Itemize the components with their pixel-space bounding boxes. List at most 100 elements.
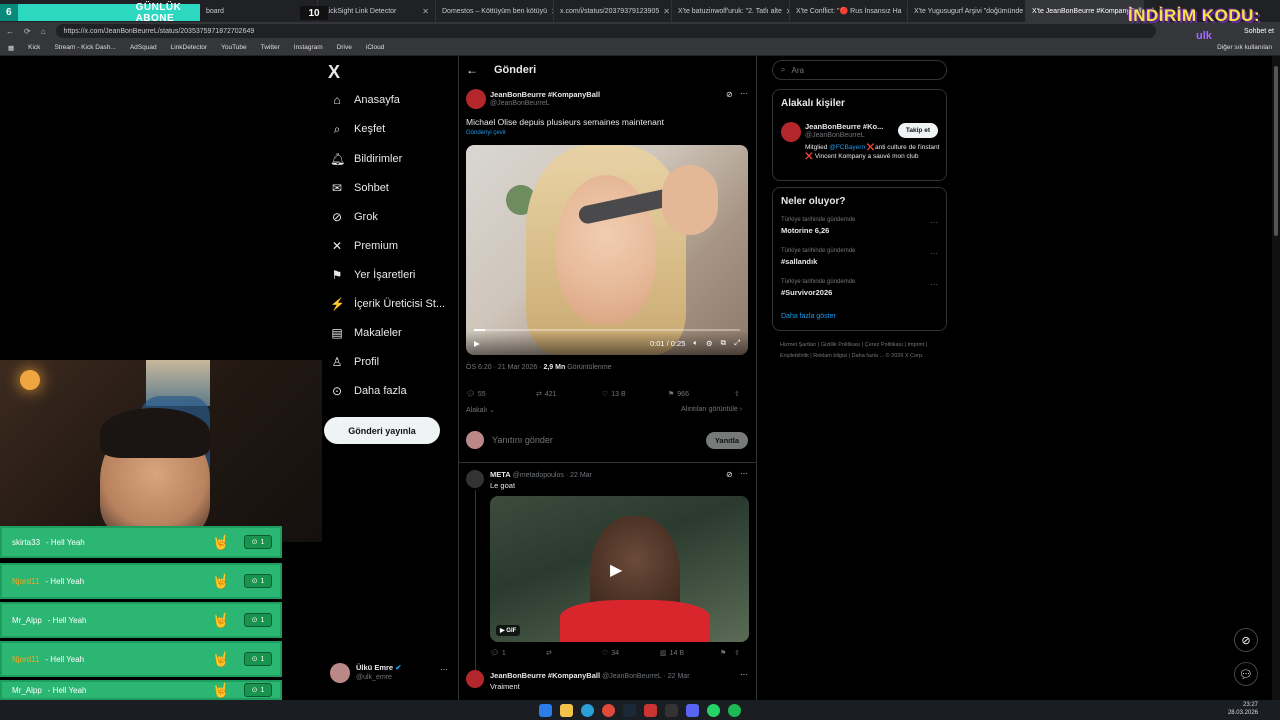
bookmarks-apps-icon[interactable]: ▦ bbox=[8, 44, 14, 52]
nav-more[interactable]: ⊙ Daha fazla bbox=[330, 380, 407, 402]
share-icon[interactable]: ⇪ bbox=[734, 649, 740, 657]
bookmark-item[interactable]: Instagram bbox=[294, 44, 323, 51]
translate-link[interactable]: Gönderiyi çevir bbox=[466, 130, 506, 136]
view-quotes-link[interactable]: Alıntıları görüntüle › bbox=[681, 406, 742, 413]
footer-links[interactable]: Hizmet Şartları | Gizlilik Politikası | … bbox=[780, 340, 940, 362]
scrollbar-thumb[interactable] bbox=[1274, 66, 1278, 236]
person-name[interactable]: JeanBonBeurre #Ko... bbox=[805, 122, 883, 131]
post-button[interactable]: Gönderi yayınla bbox=[324, 417, 440, 444]
reply-input[interactable]: Yanıtını gönder bbox=[492, 435, 553, 445]
explorer-icon[interactable] bbox=[560, 703, 573, 717]
search-input[interactable]: ⌕ Ara bbox=[772, 60, 947, 80]
person-handle[interactable]: @JeanBonBeurreL bbox=[805, 132, 865, 139]
discord-icon[interactable] bbox=[686, 703, 699, 717]
play-icon[interactable]: ▶ bbox=[474, 339, 480, 348]
bookmark-item[interactable]: YouTube bbox=[221, 44, 247, 51]
browser-tab[interactable]: KickSight Link Detector ✕ bbox=[318, 0, 436, 22]
x-logo-icon[interactable]: X bbox=[328, 62, 348, 82]
views-action[interactable]: ▥ 14 B bbox=[660, 649, 720, 658]
reply-author-handle[interactable]: @JeanBonBeurreL · 22 Mar bbox=[602, 673, 689, 680]
related-sort[interactable]: Alakalı ⌄ bbox=[466, 406, 495, 414]
more-icon[interactable]: ··· bbox=[930, 218, 938, 227]
nav-bookmarks[interactable]: ⚑ Yer İşaretleri bbox=[330, 264, 416, 286]
app-icon[interactable] bbox=[644, 703, 657, 717]
bookmark-item[interactable]: iCloud bbox=[366, 44, 384, 51]
reply-author-avatar[interactable] bbox=[466, 470, 484, 488]
browser-tab[interactable]: x.com/i/status/20379379123905 ✕ bbox=[554, 0, 672, 22]
chat-label[interactable]: Sohbet et bbox=[1244, 28, 1274, 35]
nav-explore[interactable]: ⌕ Keşfet bbox=[330, 118, 386, 140]
reply-author-name[interactable]: JeanBonBeurre #KompanyBall bbox=[490, 671, 600, 680]
bookmark-icon[interactable]: ⚑ bbox=[720, 649, 734, 657]
home-icon[interactable]: ⌂ bbox=[41, 27, 46, 36]
reload-icon[interactable]: ⟳ bbox=[24, 27, 31, 36]
reply-action[interactable]: 💬︎ 1 bbox=[490, 649, 546, 658]
back-icon[interactable]: ← bbox=[6, 27, 14, 36]
more-icon[interactable]: ··· bbox=[740, 89, 748, 98]
reply-author-name[interactable]: META bbox=[490, 470, 511, 479]
bookmark-item[interactable]: Stream - Kick Dash... bbox=[54, 44, 115, 51]
bookmark-item[interactable]: Twitter bbox=[261, 44, 280, 51]
reply-button[interactable]: Yanıtla bbox=[705, 431, 748, 449]
person-avatar[interactable] bbox=[781, 122, 801, 142]
like-action[interactable]: ♡ 13 B bbox=[602, 390, 668, 399]
bookmark-item[interactable]: AdSquad bbox=[130, 44, 157, 51]
reply-gif[interactable]: ▶ ▶ GIF bbox=[490, 496, 749, 642]
bookmark-item[interactable]: Drive bbox=[337, 44, 352, 51]
nav-profile[interactable]: ♙ Profil bbox=[330, 351, 379, 373]
close-tab-icon[interactable]: ✕ bbox=[663, 7, 670, 16]
grok-icon[interactable]: ⊘ bbox=[726, 470, 733, 479]
start-icon[interactable] bbox=[539, 703, 552, 717]
follow-button[interactable]: Takip et bbox=[897, 123, 938, 138]
nav-messages[interactable]: ✉ Sohbet bbox=[330, 177, 389, 199]
whatsapp-icon[interactable] bbox=[707, 703, 720, 717]
browser-tab[interactable]: Domestos – Köttüyüm ben kötüyü✕ bbox=[436, 0, 554, 22]
browser-tab-active[interactable]: X'te JeanBonBeurre #KompanyBall✕ bbox=[1026, 0, 1144, 22]
more-icon[interactable]: ··· bbox=[740, 469, 748, 478]
bookmark-action[interactable]: ⚑ 966 bbox=[668, 390, 734, 399]
bookmark-item[interactable]: Kick bbox=[28, 44, 40, 51]
reply-author-handle[interactable]: @metadopoulos · 22 Mar bbox=[513, 472, 592, 479]
page-scrollbar[interactable] bbox=[1272, 56, 1280, 700]
nav-premium[interactable]: ✕ Premium bbox=[330, 235, 398, 257]
nav-home[interactable]: ⌂ Anasayfa bbox=[330, 89, 400, 111]
trend-item[interactable]: Türkiye tarihinde gündemde #sallandık bbox=[781, 248, 855, 266]
address-bar[interactable]: https://x.com/JeanBonBeurreL/status/2035… bbox=[55, 24, 1156, 38]
messages-icon[interactable]: 💬︎ bbox=[1234, 662, 1258, 686]
grok-icon[interactable]: ⊘ bbox=[1234, 628, 1258, 652]
play-icon[interactable]: ▶ bbox=[610, 560, 622, 580]
browser-tab[interactable]: X'te batuzinwolf'uruk: "2. Tatlı alte✕ bbox=[672, 0, 790, 22]
post-video[interactable]: ▶ 0:01 / 0:25 🔈︎ ⚙ ⧉ ⤢ bbox=[466, 145, 748, 355]
app-icon[interactable] bbox=[665, 703, 678, 717]
grok-icon[interactable]: ⊘ bbox=[726, 90, 733, 99]
bookmark-item[interactable]: LinkDetector bbox=[171, 44, 208, 51]
author-avatar[interactable] bbox=[466, 89, 486, 109]
repost-action[interactable]: ⇄ bbox=[546, 649, 602, 657]
settings-icon[interactable]: ⚙ bbox=[706, 339, 713, 348]
more-icon[interactable]: ··· bbox=[740, 670, 748, 679]
repost-action[interactable]: ⇄ 421 bbox=[536, 390, 602, 399]
nav-notifications[interactable]: 🔔︎ Bildirimler bbox=[330, 148, 402, 170]
back-arrow-icon[interactable]: ← bbox=[466, 63, 478, 77]
browser-tab[interactable]: X'te Conflict: "🔴 Rus İnsansız Ha✕ bbox=[790, 0, 908, 22]
browser-tab[interactable]: X'te Yugusugurf Arşivi "doğümünde✕ bbox=[908, 0, 1026, 22]
more-icon[interactable]: ··· bbox=[440, 665, 448, 674]
nav-articles[interactable]: ▤ Makaleler bbox=[330, 322, 401, 344]
other-bookmarks[interactable]: Diğer sık kullanılan bbox=[1217, 44, 1272, 51]
like-action[interactable]: ♡ 34 bbox=[602, 649, 660, 658]
bio-link[interactable]: @FCBayern bbox=[829, 144, 865, 151]
fullscreen-icon[interactable]: ⤢ bbox=[734, 338, 740, 348]
trend-item[interactable]: Türkiye tarihinde gündemde #Survivor2026 bbox=[781, 279, 855, 297]
author-name[interactable]: JeanBonBeurre #KompanyBall bbox=[490, 90, 600, 99]
reply-action[interactable]: 💬︎ 55 bbox=[466, 390, 536, 399]
more-icon[interactable]: ··· bbox=[930, 249, 938, 258]
share-icon[interactable]: ⇪ bbox=[734, 390, 740, 398]
author-handle[interactable]: @JeanBonBeurreL bbox=[490, 100, 550, 107]
close-tab-icon[interactable]: ✕ bbox=[422, 7, 429, 16]
chrome-icon[interactable] bbox=[602, 703, 615, 717]
volume-icon[interactable]: 🔈︎ bbox=[693, 338, 698, 348]
spotify-icon[interactable] bbox=[728, 703, 741, 717]
account-switcher[interactable]: Ülkü Emre ✔ @ulk_emre ··· bbox=[330, 661, 450, 685]
more-icon[interactable]: ··· bbox=[930, 280, 938, 289]
pip-icon[interactable]: ⧉ bbox=[721, 338, 726, 348]
